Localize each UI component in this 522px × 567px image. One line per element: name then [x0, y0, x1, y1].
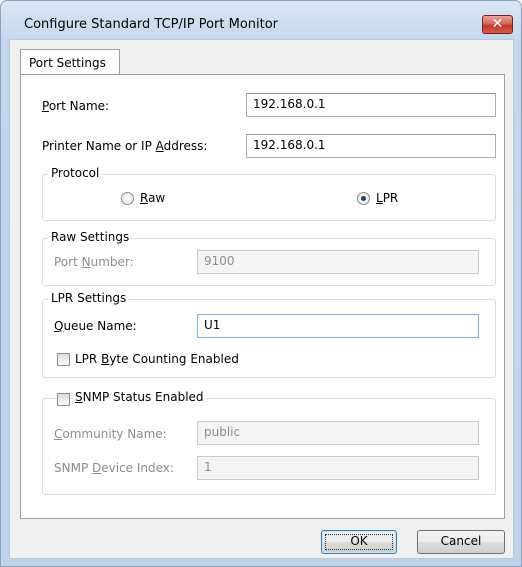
lpr-settings-group [42, 299, 496, 378]
raw-settings-title: Raw Settings [48, 230, 133, 244]
port-name-label: Port Name: [42, 99, 110, 113]
cancel-button-label: Cancel [440, 534, 482, 548]
port-number-label: Port Number: [54, 255, 134, 269]
ok-button[interactable]: OK [321, 530, 397, 554]
close-button[interactable]: ✕ [482, 15, 513, 34]
queue-name-label: Queue Name: [54, 319, 137, 333]
protocol-group [42, 174, 496, 221]
lpr-radio[interactable] [357, 192, 370, 205]
tab-port-settings[interactable]: Port Settings [20, 49, 120, 75]
lpr-settings-title: LPR Settings [48, 291, 130, 305]
snmp-group [42, 398, 496, 495]
ok-button-focus-ring [325, 534, 393, 550]
cancel-button[interactable]: Cancel [417, 530, 505, 554]
printer-address-input[interactable]: 192.168.0.1 [246, 134, 496, 158]
close-icon: ✕ [491, 16, 504, 32]
protocol-group-title: Protocol [48, 166, 103, 180]
community-name-label: Community Name: [54, 427, 167, 441]
port-number-input: 9100 [197, 250, 479, 274]
lpr-byte-counting-checkbox[interactable] [57, 353, 70, 366]
snmp-status-label[interactable]: SNMP Status Enabled [72, 390, 207, 404]
snmp-status-checkbox[interactable] [57, 393, 70, 406]
snmp-device-index-label: SNMP Device Index: [54, 461, 174, 475]
title-bar[interactable]: Configure Standard TCP/IP Port Monitor ✕ [1, 1, 521, 37]
community-name-input: public [197, 421, 479, 445]
port-name-input[interactable]: 192.168.0.1 [246, 93, 496, 117]
tab-label: Port Settings [29, 56, 106, 70]
queue-name-input[interactable]: U1 [197, 314, 479, 338]
window-title: Configure Standard TCP/IP Port Monitor [24, 17, 279, 32]
raw-radio-label[interactable]: Raw [140, 191, 165, 205]
raw-radio[interactable] [121, 192, 134, 205]
lpr-radio-label[interactable]: LPR [376, 191, 398, 205]
snmp-device-index-input: 1 [197, 456, 479, 480]
lpr-byte-counting-label[interactable]: LPR Byte Counting Enabled [75, 352, 239, 366]
printer-name-label: Printer Name or IP Address: [42, 139, 208, 153]
dialog-window: Configure Standard TCP/IP Port Monitor ✕… [0, 0, 522, 567]
